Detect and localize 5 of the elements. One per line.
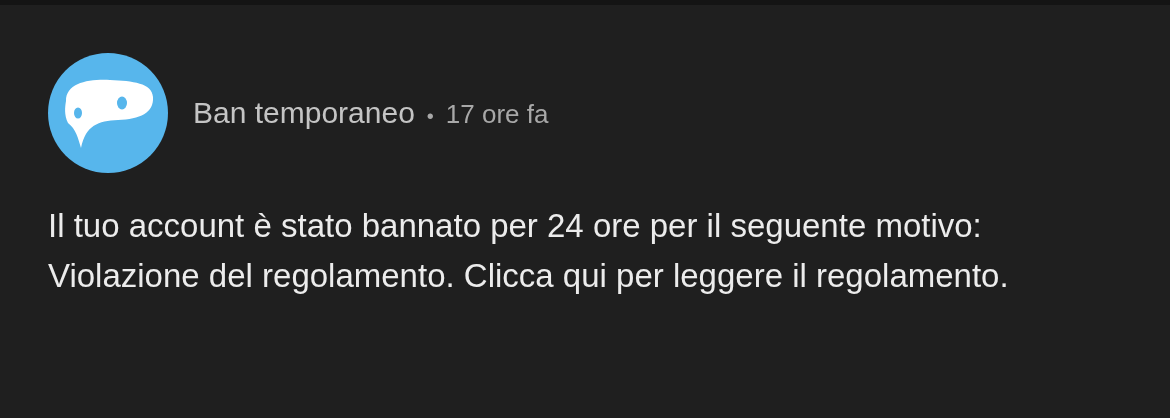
separator-dot: • xyxy=(426,105,434,127)
notification-title: Ban temporaneo xyxy=(193,96,415,129)
avatar-icon xyxy=(48,53,168,173)
notification-message: Il tuo account è stato bannato per 24 ore per il seguente motivo: Violazione del regolamento. Clicca qui per leggere il regolamento. xyxy=(48,206,1010,296)
timestamp: 17 ore fa xyxy=(445,99,549,129)
